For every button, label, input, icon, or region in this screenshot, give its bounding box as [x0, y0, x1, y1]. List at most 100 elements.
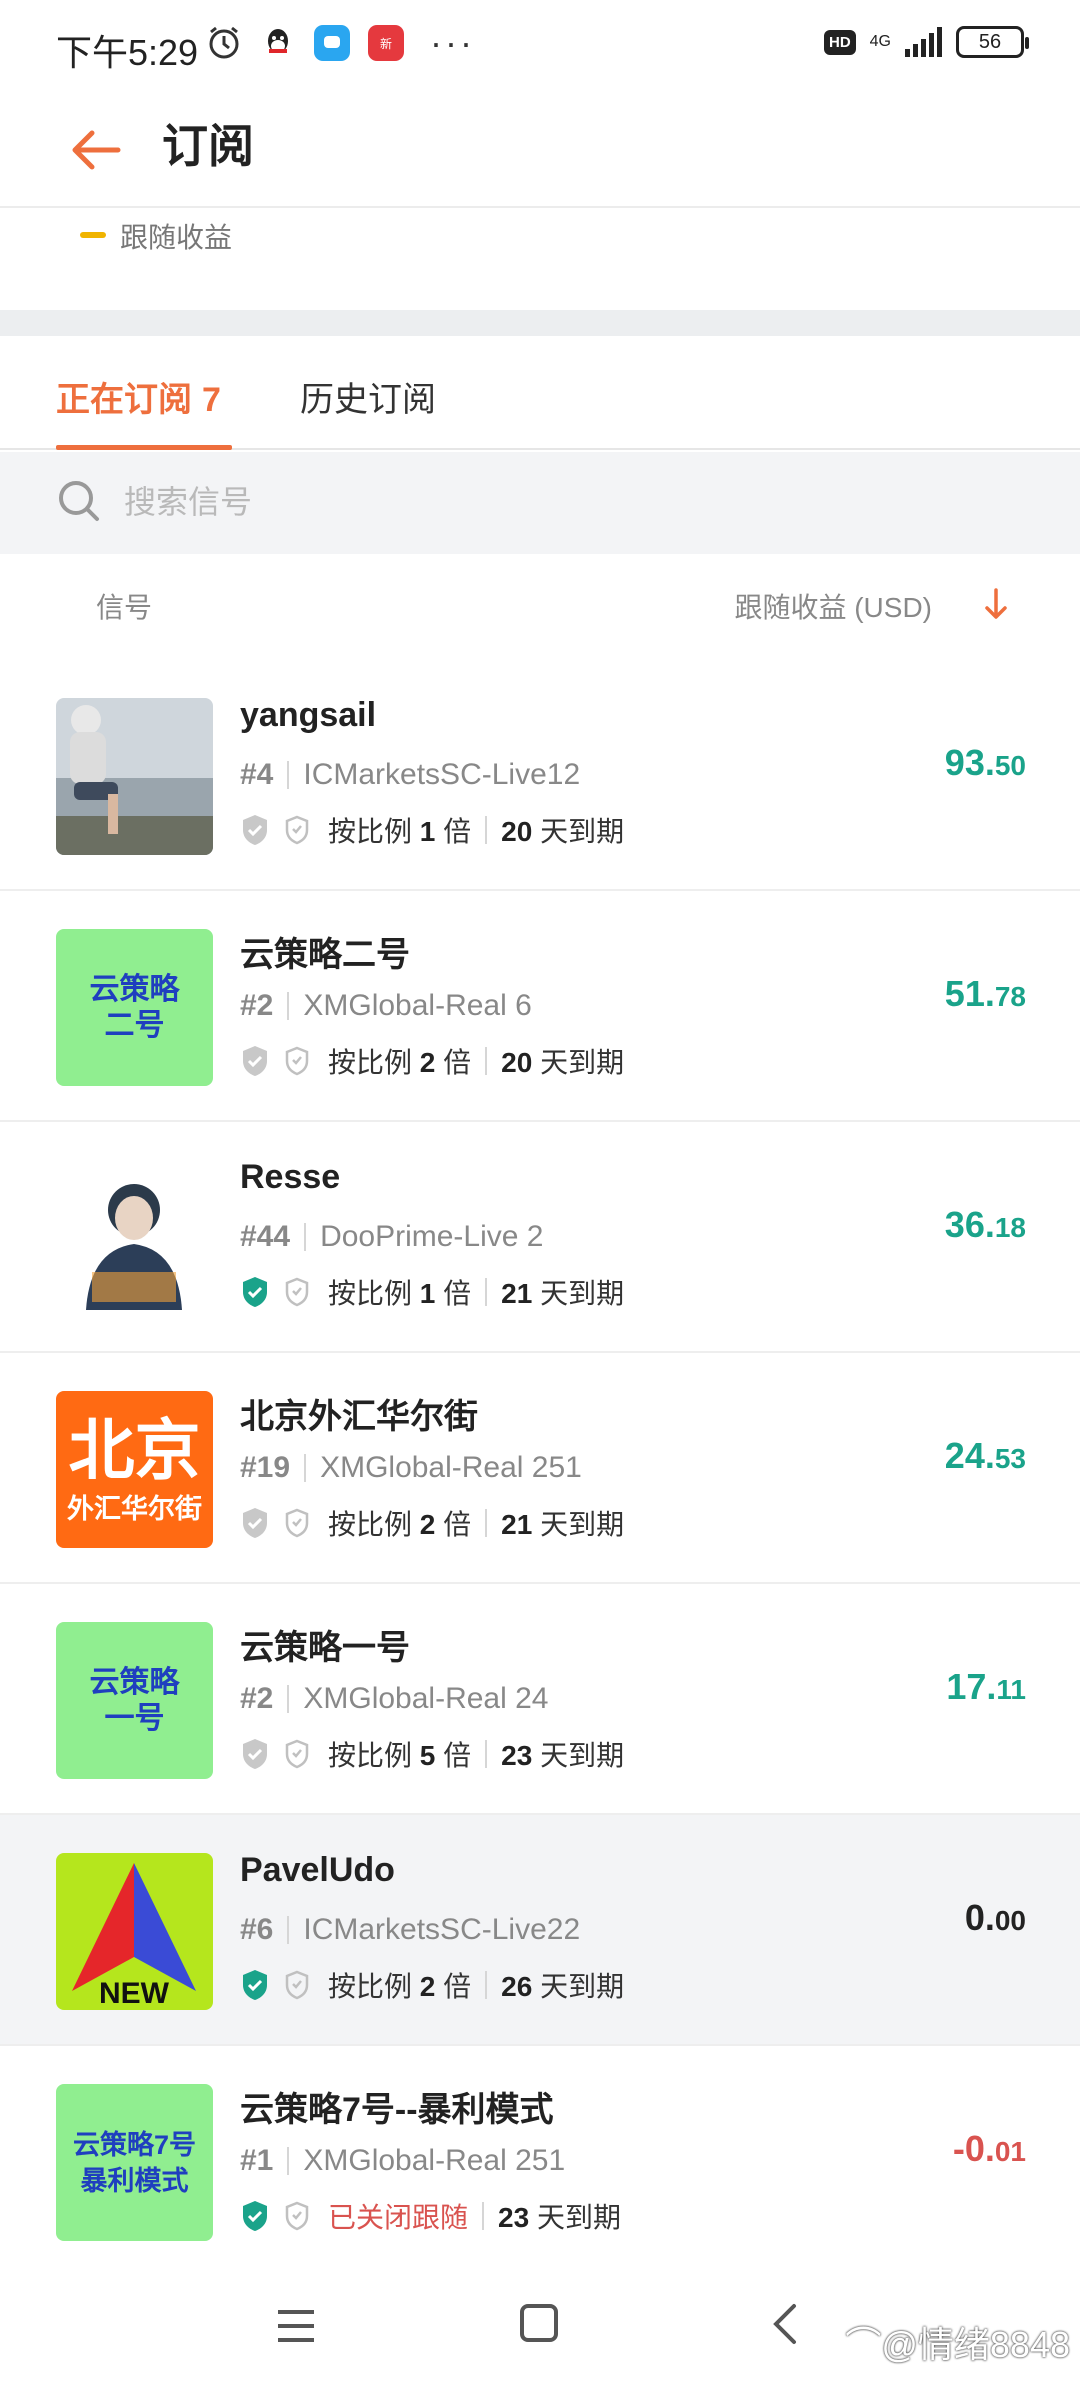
follow-ratio: 按比例 2 倍 [328, 1971, 472, 2002]
signal-meta: #2 XMGlobal-Real 6 [240, 989, 532, 1023]
verified-shield-icon [243, 1508, 267, 1538]
svg-text:NEW: NEW [99, 1977, 170, 2010]
follow-profit: 17.11 [946, 1666, 1026, 1707]
signal-server: XMGlobal-Real 24 [303, 1682, 549, 1715]
signal-rank: #19 [240, 1451, 291, 1484]
signal-name: Resse [240, 1158, 341, 1196]
signal-row[interactable]: 云策略 一号 云策略一号 #2 XMGlobal-Real 24 按比例 5 倍 2… [0, 1584, 1080, 1815]
section-divider [0, 310, 1080, 336]
message-app-icon [314, 25, 350, 61]
follow-profit: 24.53 [944, 1435, 1026, 1476]
signal-name: 云策略二号 [240, 936, 410, 974]
nav-back-icon[interactable] [770, 2302, 800, 2346]
risk-shield-icon [285, 1508, 309, 1538]
signal-name: 云策略一号 [240, 1629, 410, 1667]
verified-shield-icon [243, 2201, 267, 2231]
risk-shield-icon [285, 815, 309, 845]
tab-subscribing-label: 正在订阅 [56, 381, 192, 419]
legend-swatch [80, 232, 106, 238]
signal-strength-icon [905, 27, 942, 57]
signal-row[interactable]: 云策略 二号 云策略二号 #2 XMGlobal-Real 6 按比例 2 倍 20… [0, 891, 1080, 1122]
risk-shield-icon [285, 1739, 309, 1769]
signal-name: yangsail [240, 696, 377, 734]
verified-shield-icon [243, 1046, 267, 1076]
signal-meta: #1 XMGlobal-Real 251 [240, 2144, 565, 2178]
signal-tags: 已关闭跟随 23 天到期 [240, 2196, 621, 2236]
search-icon [59, 481, 99, 521]
signal-rank: #1 [240, 2144, 274, 2177]
chart-legend: 跟随收益 [0, 210, 1080, 310]
signal-meta: #4 ICMarketsSC-Live12 [240, 758, 580, 792]
signal-rank: #44 [240, 1220, 291, 1253]
hd-icon: HD [823, 29, 856, 55]
watermark-text: ⌒@情绪8848 [845, 2324, 1070, 2365]
follow-ratio: 按比例 2 倍 [328, 1509, 472, 1540]
signal-rank: #2 [240, 989, 274, 1022]
signal-rank: #2 [240, 1682, 274, 1715]
avatar: 云策略 二号 [56, 929, 213, 1086]
search-input[interactable] [124, 474, 1024, 530]
follow-ratio: 按比例 1 倍 [328, 1278, 472, 1309]
days-remaining: 23 天到期 [498, 2202, 621, 2233]
signal-server: ICMarketsSC-Live22 [303, 1913, 581, 1946]
system-nav-bar: ⌒@情绪8848 [0, 2270, 1080, 2400]
days-remaining: 23 天到期 [501, 1740, 625, 1771]
recent-apps-menu-icon[interactable] [276, 2306, 316, 2346]
list-column-header: 信号 跟随收益 (USD) [0, 554, 1080, 660]
verified-shield-icon [243, 815, 267, 845]
tab-subscribing-count: 7 [202, 381, 221, 419]
signal-row[interactable]: Resse #44 DooPrime-Live 2 按比例 1 倍 21 天到期 … [0, 1122, 1080, 1353]
signal-server: XMGlobal-Real 251 [320, 1451, 582, 1484]
follow-closed-status: 已关闭跟随 [328, 2202, 469, 2233]
app-header: 订阅 [0, 96, 1080, 208]
signal-row[interactable]: NEW PavelUdo #6 ICMarketsSC-Live22 按比例 2 … [0, 1815, 1080, 2046]
signal-row[interactable]: yangsail #4 ICMarketsSC-Live12 按比例 1 倍 20… [0, 660, 1080, 891]
sort-down-arrow-icon[interactable] [982, 586, 1010, 622]
signal-meta: #6 ICMarketsSC-Live22 [240, 1913, 580, 1947]
verified-shield-icon [243, 1277, 267, 1307]
more-notifications-icon: ··· [430, 22, 475, 63]
follow-ratio: 按比例 1 倍 [328, 816, 472, 847]
tab-history[interactable]: 历史订阅 [300, 372, 436, 421]
signal-name: PavelUdo [240, 1851, 395, 1889]
signal-rank: #4 [240, 758, 274, 791]
active-tab-indicator [56, 445, 232, 450]
signal-tags: 按比例 2 倍 26 天到期 [240, 1965, 624, 2005]
follow-ratio: 按比例 2 倍 [328, 1047, 472, 1078]
days-remaining: 21 天到期 [501, 1278, 625, 1309]
tab-subscribing[interactable]: 正在订阅 7 [56, 372, 221, 421]
signal-tags: 按比例 2 倍 20 天到期 [240, 1041, 624, 1081]
network-type: 4G [869, 33, 891, 50]
news-app-icon: 新 [368, 25, 404, 61]
signal-row[interactable]: 云策略7号 暴利模式 云策略7号--暴利模式 #1 XMGlobal-Real 25… [0, 2046, 1080, 2277]
signal-tags: 按比例 2 倍 21 天到期 [240, 1503, 624, 1543]
search-bar [0, 452, 1080, 554]
signal-server: ICMarketsSC-Live12 [303, 758, 581, 791]
signal-server: XMGlobal-Real 251 [303, 2144, 566, 2177]
days-remaining: 21 天到期 [501, 1509, 625, 1540]
home-square-icon[interactable] [520, 2304, 558, 2342]
follow-profit: 51.78 [944, 973, 1026, 1014]
back-arrow-icon[interactable] [66, 120, 126, 180]
page-title: 订阅 [162, 120, 254, 172]
days-remaining: 20 天到期 [501, 1047, 625, 1078]
signal-row[interactable]: 北京 外汇华尔街 北京外汇华尔街 #19 XMGlobal-Real 251 按比例… [0, 1353, 1080, 1584]
follow-ratio: 按比例 5 倍 [328, 1740, 472, 1771]
avatar: 北京 外汇华尔街 [56, 1391, 213, 1548]
verified-shield-icon [243, 1970, 267, 2000]
column-profit[interactable]: 跟随收益 (USD) [734, 586, 932, 626]
qq-icon [268, 29, 288, 53]
follow-profit: 93.50 [944, 742, 1026, 783]
risk-shield-icon [285, 1277, 309, 1307]
subscription-tabs: 正在订阅 7 历史订阅 [0, 336, 1080, 450]
status-bar: 下午5:29 新 ··· HD 4G 56 [0, 0, 1080, 96]
battery-icon: 56 [956, 26, 1029, 58]
signal-server: XMGlobal-Real 6 [303, 989, 532, 1022]
days-remaining: 26 天到期 [501, 1971, 625, 2002]
verified-shield-icon [243, 1739, 267, 1769]
legend-label: 跟随收益 [120, 222, 233, 253]
risk-shield-icon [285, 1046, 309, 1076]
avatar [56, 698, 213, 855]
status-right: HD 4G 56 [823, 26, 1029, 58]
signal-meta: #19 XMGlobal-Real 251 [240, 1451, 582, 1485]
